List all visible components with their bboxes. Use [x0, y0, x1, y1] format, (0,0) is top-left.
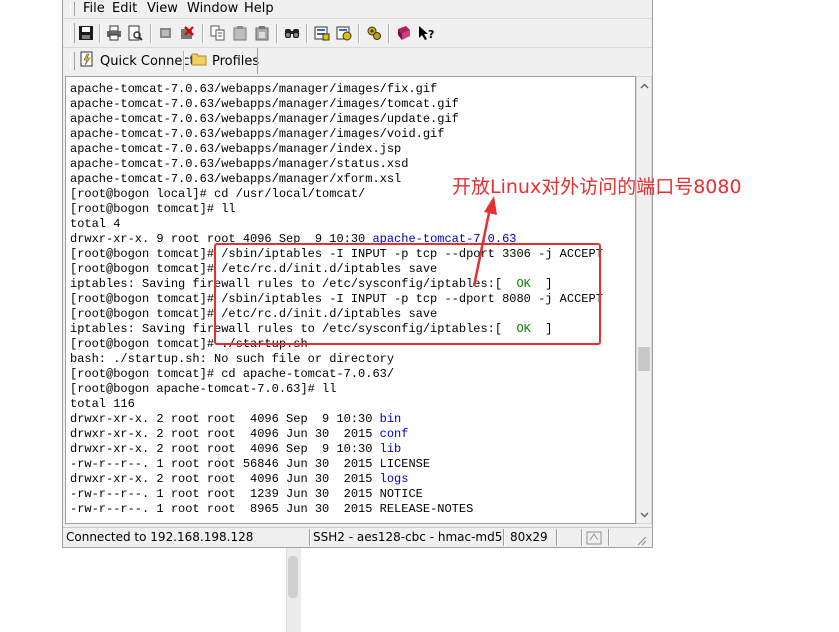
- terminal-line: apache-tomcat-7.0.63/webapps/manager/ima…: [70, 97, 603, 112]
- copy-icon[interactable]: [209, 24, 227, 42]
- terminal-line: drwxr-xr-x. 2 root root 4096 Jun 30 2015…: [70, 427, 603, 442]
- find-icon[interactable]: [283, 24, 301, 42]
- terminal-line: -rw-r--r--. 1 root root 56846 Jun 30 201…: [70, 457, 603, 472]
- annotation-highlight-box: [214, 243, 601, 345]
- lock-status-icon: [585, 530, 603, 546]
- status-connection: Connected to 192.168.198.128: [66, 530, 254, 544]
- terminal-line: total 116: [70, 397, 603, 412]
- reconnect-icon[interactable]: [178, 24, 196, 42]
- terminal-text: drwxr-xr-x. 2 root root 4096 Sep 9 10:30: [70, 442, 380, 456]
- terminal-text: [root@bogon apache-tomcat-7.0.63]# ll: [70, 382, 337, 396]
- svg-text:?: ?: [428, 28, 434, 41]
- terminal-line: apache-tomcat-7.0.63/webapps/manager/ima…: [70, 82, 603, 97]
- terminal-line: -rw-r--r--. 1 root root 8965 Jun 30 2015…: [70, 502, 603, 517]
- terminal-scrollbar[interactable]: [636, 76, 652, 524]
- quick-bar-grip[interactable]: [70, 52, 75, 70]
- terminal-text: lib: [379, 442, 402, 456]
- terminal-line: [root@bogon tomcat]# cd apache-tomcat-7.…: [70, 367, 603, 382]
- menu-file[interactable]: File: [80, 1, 108, 16]
- menu-edit[interactable]: Edit: [109, 1, 140, 16]
- status-bar: Connected to 192.168.198.128 SSH2 - aes1…: [63, 527, 652, 547]
- terminal-text: drwxr-xr-x. 2 root root 4096 Jun 30 2015: [70, 427, 380, 441]
- paste-all-icon[interactable]: [253, 24, 271, 42]
- terminal-text: apache-tomcat-7.0.63/webapps/manager/xfo…: [70, 172, 402, 186]
- terminal-text: conf: [379, 427, 409, 441]
- menu-bar: File Edit View Window Help: [63, 0, 652, 19]
- terminal-line: drwxr-xr-x. 2 root root 4096 Jun 30 2015…: [70, 472, 603, 487]
- terminal-line: [root@bogon tomcat]# ll: [70, 202, 603, 217]
- disconnect-icon[interactable]: [157, 24, 175, 42]
- annotation-text: 开放Linux对外访问的端口号8080: [452, 176, 742, 198]
- menu-view[interactable]: View: [144, 1, 181, 16]
- terminal-text: drwxr-xr-x. 2 root root 4096 Jun 30 2015: [70, 472, 380, 486]
- terminal-text: apache-tomcat-7.0.63/webapps/manager/ima…: [70, 112, 459, 126]
- terminal-line: [root@bogon apache-tomcat-7.0.63]# ll: [70, 382, 603, 397]
- context-help-icon[interactable]: ?: [417, 24, 435, 42]
- background-scroll-thumb[interactable]: [288, 556, 298, 598]
- keymap-icon[interactable]: [365, 24, 383, 42]
- scroll-up-icon[interactable]: [637, 78, 651, 94]
- folder-icon: [191, 52, 207, 70]
- paste-icon[interactable]: [231, 24, 249, 42]
- menu-window[interactable]: Window: [184, 1, 241, 16]
- terminal-text: apache-tomcat-7.0.63/webapps/manager/ima…: [70, 82, 438, 96]
- scroll-down-icon[interactable]: [637, 507, 651, 523]
- terminal-text: bash: ./startup.sh: No such file or dire…: [70, 352, 395, 366]
- resize-grip-icon[interactable]: [635, 534, 647, 549]
- terminal-line: drwxr-xr-x. 2 root root 4096 Sep 9 10:30…: [70, 412, 603, 427]
- terminal-line: apache-tomcat-7.0.63/webapps/manager/ima…: [70, 127, 603, 142]
- terminal-text: total 4: [70, 217, 121, 231]
- terminal-text: [root@bogon local]# cd /usr/local/tomcat…: [70, 187, 366, 201]
- print-icon[interactable]: [105, 24, 123, 42]
- terminal-text: -rw-r--r--. 1 root root 1239 Jun 30 2015…: [70, 487, 423, 501]
- terminal-text: apache-tomcat-7.0.63/webapps/manager/ima…: [70, 97, 459, 111]
- print-preview-icon[interactable]: [126, 24, 144, 42]
- terminal-text: [root@bogon tomcat]# ll: [70, 202, 236, 216]
- session-options-icon[interactable]: [313, 24, 331, 42]
- terminal-text: bin: [379, 412, 402, 426]
- terminal-line: apache-tomcat-7.0.63/webapps/manager/ima…: [70, 112, 603, 127]
- terminal-text: logs: [379, 472, 409, 486]
- terminal-line: bash: ./startup.sh: No such file or dire…: [70, 352, 603, 367]
- main-toolbar: ?: [63, 19, 652, 48]
- terminal-text: -rw-r--r--. 1 root root 8965 Jun 30 2015…: [70, 502, 474, 516]
- terminal-text: -rw-r--r--. 1 root root 56846 Jun 30 201…: [70, 457, 431, 471]
- terminal-line: apache-tomcat-7.0.63/webapps/manager/ind…: [70, 142, 603, 157]
- terminal-text: apache-tomcat-7.0.63/webapps/manager/ima…: [70, 127, 445, 141]
- terminal-text: [root@bogon tomcat]# cd apache-tomcat-7.…: [70, 367, 395, 381]
- terminal-line: apache-tomcat-7.0.63/webapps/manager/sta…: [70, 157, 603, 172]
- terminal-text: apache-tomcat-7.0.63/webapps/manager/sta…: [70, 157, 409, 171]
- profiles-button[interactable]: Profiles: [191, 52, 259, 70]
- terminal-text: drwxr-xr-x. 2 root root 4096 Sep 9 10:30: [70, 412, 380, 426]
- toolbar-grip[interactable]: [70, 23, 75, 43]
- status-cipher: SSH2 - aes128-cbc - hmac-md5: [313, 530, 503, 544]
- global-options-icon[interactable]: [335, 24, 353, 42]
- terminal-text: apache-tomcat-7.0.63/webapps/manager/ind…: [70, 142, 402, 156]
- quick-connect-bar: Quick Connect Profiles: [63, 48, 259, 74]
- help-book-icon[interactable]: [395, 24, 413, 42]
- terminal-line: -rw-r--r--. 1 root root 1239 Jun 30 2015…: [70, 487, 603, 502]
- save-icon[interactable]: [77, 24, 95, 42]
- quick-connect-label: Quick Connect: [100, 53, 195, 69]
- scroll-thumb[interactable]: [638, 347, 650, 371]
- menu-bar-grip[interactable]: [70, 2, 75, 16]
- quick-connect-icon: [79, 51, 95, 71]
- terminal-text: total 116: [70, 397, 135, 411]
- terminal-line: total 4: [70, 217, 603, 232]
- status-size: 80x29: [510, 530, 548, 544]
- terminal-line: drwxr-xr-x. 2 root root 4096 Sep 9 10:30…: [70, 442, 603, 457]
- profiles-label: Profiles: [212, 53, 260, 69]
- menu-help[interactable]: Help: [241, 1, 277, 16]
- quick-connect-button[interactable]: Quick Connect: [79, 51, 195, 71]
